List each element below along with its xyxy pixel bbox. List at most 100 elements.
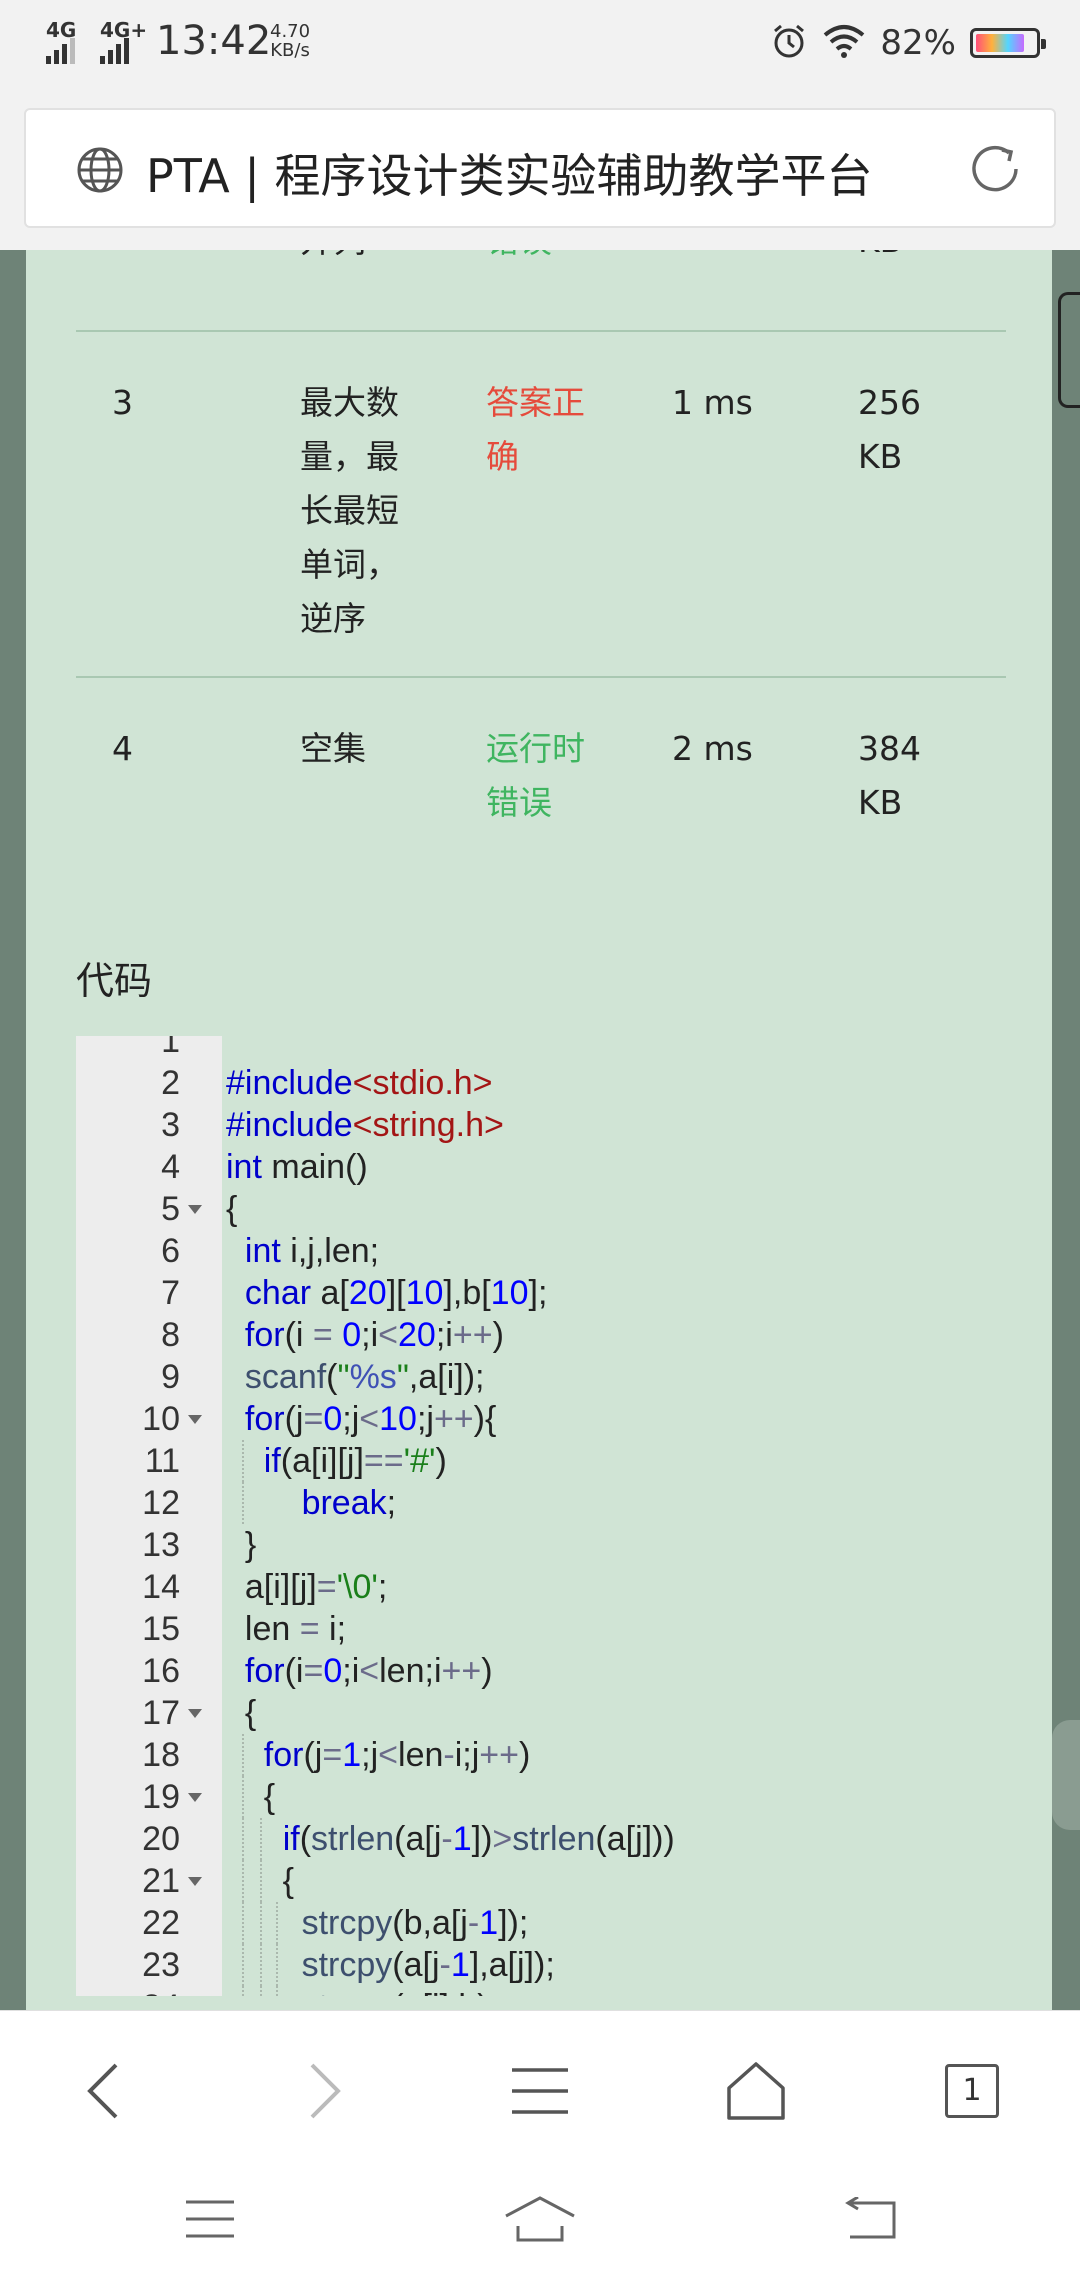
home-button[interactable] (716, 2051, 796, 2131)
code-line: 8 for(i = 0;i<20;i++) (76, 1314, 1006, 1356)
code-line: 10 for(j=0;j<10;j++){ (76, 1398, 1006, 1440)
code-text: strcpy(a[j],b); (226, 1986, 499, 1996)
code-text: { (226, 1694, 257, 1732)
code-line: 13 } (76, 1524, 1006, 1566)
code-line: 6 int i,j,len; (76, 1230, 1006, 1272)
forward-button[interactable] (284, 2051, 364, 2131)
fold-arrow-icon[interactable] (188, 1709, 202, 1718)
system-menu-button[interactable] (170, 2184, 250, 2254)
test-point-result: 答案正确 (486, 383, 585, 476)
code-text: int main() (226, 1148, 368, 1186)
code-editor[interactable]: 1 2 #include<stdio.h> 3 #include<string.h> 4 i… (76, 1036, 1006, 1996)
test-point-row: 4 空集 运行时错误 2 ms 384 KB (76, 678, 1006, 878)
code-line: 3 #include<string.h> (76, 1104, 1006, 1146)
line-number: 16 (142, 1652, 180, 1690)
chevron-left-icon (87, 2063, 118, 2119)
test-point-result: 运行时错误 (486, 729, 585, 822)
line-number: 20 (142, 1820, 180, 1858)
code-text: for(i=0;i<len;i++) (244, 1652, 493, 1690)
status-right: 82% (770, 18, 1046, 68)
line-number: 21 (142, 1862, 180, 1900)
line-number: 13 (142, 1526, 180, 1564)
line-number: 10 (142, 1400, 180, 1438)
test-point-id: 3 (112, 383, 133, 422)
code-text: { (226, 1778, 276, 1816)
code-text: a[i][j]='\0'; (226, 1568, 388, 1606)
test-point-name: 并列 (300, 250, 420, 268)
system-back-button[interactable] (830, 2184, 910, 2254)
code-line: 7 char a[20][10],b[10]; (76, 1272, 1006, 1314)
code-text: #include<string.h> (226, 1106, 504, 1144)
line-number: 5 (161, 1190, 180, 1228)
code-line: 15 len = i; (76, 1608, 1006, 1650)
tabs-icon: 1 (945, 2064, 999, 2118)
code-text: int i,j,len; (244, 1232, 380, 1270)
line-number: 9 (161, 1358, 180, 1396)
code-line: 20 if(strlen(a[j-1])>strlen(a[j])) (76, 1818, 1006, 1860)
system-home-button[interactable] (500, 2184, 580, 2254)
side-tab[interactable] (1058, 292, 1080, 408)
test-point-name: 最大数量，最长最短单词，逆序 (300, 383, 399, 638)
test-point-time: 2 ms (672, 729, 753, 768)
chevron-right-icon (310, 2063, 341, 2119)
code-heading: 代码 (76, 959, 153, 1003)
fold-arrow-icon[interactable] (188, 1793, 202, 1802)
test-point-memory: 384 KB (858, 729, 921, 822)
fold-arrow-icon[interactable] (188, 1877, 202, 1886)
home-icon (505, 2196, 575, 2242)
battery-percent: 82% (880, 23, 956, 63)
address-bar[interactable]: PTA | 程序设计类实验辅助教学平台 (24, 108, 1056, 228)
line-number: 8 (161, 1316, 180, 1354)
test-point-memory: 256 KB (858, 383, 921, 476)
home-icon (727, 2062, 785, 2120)
line-number: 19 (142, 1778, 180, 1816)
test-point-time: 1 ms (672, 383, 753, 422)
code-text: if(a[i][j]=='#') (263, 1442, 447, 1480)
test-point-row: 3 最大数量，最长最短单词，逆序 答案正确 1 ms 256 KB (76, 332, 1006, 678)
code-line: 14 a[i][j]='\0'; (76, 1566, 1006, 1608)
code-line: 11 if(a[i][j]=='#') (76, 1440, 1006, 1482)
code-line: 18 for(j=1;j<len-i;j++) (76, 1734, 1006, 1776)
code-line: 23 strcpy(a[j-1],a[j]); (76, 1944, 1006, 1986)
tabs-button[interactable]: 1 (932, 2051, 1012, 2131)
menu-icon (512, 2068, 568, 2114)
code-text: for(j=0;j<10;j++){ (244, 1400, 497, 1438)
code-text: } (226, 1526, 257, 1564)
test-point-memory: KB (858, 250, 938, 268)
back-button[interactable] (64, 2051, 144, 2131)
fold-arrow-icon[interactable] (188, 1205, 202, 1214)
line-number: 2 (161, 1064, 180, 1102)
signal-icon (100, 38, 129, 64)
test-point-result: 错误 (486, 250, 602, 268)
status-bar: 4G 4G+ 13:42 4.70 KB/s 82% (0, 0, 1080, 86)
code-text: break; (301, 1484, 397, 1522)
clock: 13:42 (156, 18, 272, 64)
code-line: 5{ (76, 1188, 1006, 1230)
line-number: 24 (76, 1986, 180, 1996)
page-title: PTA | 程序设计类实验辅助教学平台 (146, 149, 873, 203)
line-number: 12 (142, 1484, 180, 1522)
wifi-icon (822, 23, 866, 63)
code-text: for(i = 0;i<20;i++) (244, 1316, 504, 1354)
line-number: 14 (142, 1568, 180, 1606)
line-number: 22 (142, 1904, 180, 1942)
line-number: 15 (142, 1610, 180, 1648)
side-handle[interactable] (1052, 1720, 1080, 1830)
code-line: 21 { (76, 1860, 1006, 1902)
line-number: 11 (144, 1442, 180, 1480)
fold-arrow-icon[interactable] (188, 1415, 202, 1424)
code-text: #include<stdio.h> (226, 1064, 493, 1102)
code-text: strcpy(a[j-1],a[j]); (301, 1946, 555, 1984)
alarm-icon (770, 22, 808, 64)
code-line: 2 #include<stdio.h> (76, 1062, 1006, 1104)
line-number: 6 (161, 1232, 180, 1270)
code-text: len = i; (226, 1610, 347, 1648)
code-lines: 1 2 #include<stdio.h> 3 #include<string.h> 4 i… (76, 1036, 1006, 1996)
code-line: 16 for(i=0;i<len;i++) (76, 1650, 1006, 1692)
system-nav-bar (0, 2160, 1080, 2280)
menu-button[interactable] (500, 2051, 580, 2131)
refresh-icon[interactable] (966, 140, 1024, 202)
code-line: 1 (76, 1036, 1006, 1062)
line-number: 17 (142, 1694, 180, 1732)
code-line: 12 break; (76, 1482, 1006, 1524)
